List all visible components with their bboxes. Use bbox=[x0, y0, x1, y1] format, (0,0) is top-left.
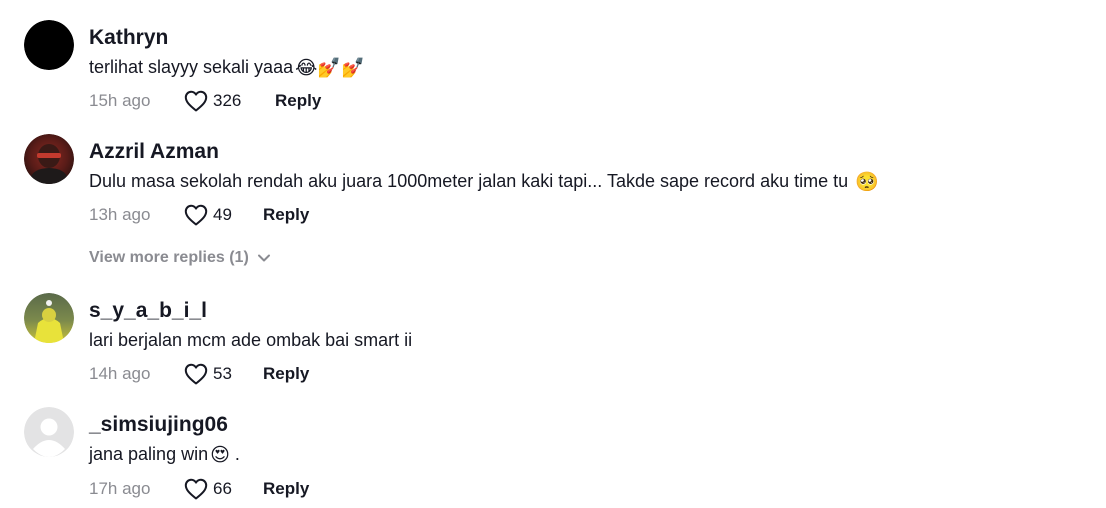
heart-outline-icon[interactable] bbox=[184, 363, 208, 385]
reply-button[interactable]: Reply bbox=[263, 205, 309, 225]
comment-username[interactable]: s_y_a_b_i_l bbox=[89, 298, 207, 324]
comment-meta: 17h ago 66 Reply bbox=[89, 476, 309, 502]
heart-outline-icon[interactable] bbox=[184, 90, 208, 112]
avatar[interactable] bbox=[24, 293, 74, 343]
view-more-replies-button[interactable]: View more replies (1) bbox=[89, 249, 271, 267]
emoji: 🥺 bbox=[855, 172, 879, 193]
reply-button[interactable]: Reply bbox=[263, 479, 309, 499]
comment-text: lari berjalan mcm ade ombak bai smart ii bbox=[89, 328, 412, 352]
like-count: 66 bbox=[213, 479, 232, 498]
comment-text-body: terlihat slayyy sekali yaaa bbox=[89, 57, 294, 77]
chevron-down-icon bbox=[257, 254, 270, 262]
emoji: 😂💅💅 bbox=[295, 58, 365, 79]
comment-meta: 13h ago 49 Reply bbox=[89, 202, 309, 228]
view-more-replies-label: View more replies (1) bbox=[89, 249, 249, 266]
comment-timestamp: 17h ago bbox=[89, 479, 151, 498]
comment-text-body: lari berjalan mcm ade ombak bai smart ii bbox=[89, 330, 413, 350]
comment-username[interactable]: Azzril Azman bbox=[89, 139, 219, 165]
comment-meta: 14h ago 53 Reply bbox=[89, 361, 309, 387]
like-count: 326 bbox=[213, 91, 242, 110]
comment-username[interactable]: Kathryn bbox=[89, 25, 168, 51]
like-count: 49 bbox=[213, 205, 232, 224]
avatar[interactable] bbox=[24, 134, 74, 184]
emoji: 😍 bbox=[210, 445, 230, 466]
comment-timestamp: 15h ago bbox=[89, 91, 151, 110]
comment-timestamp: 14h ago bbox=[89, 364, 151, 383]
like-count: 53 bbox=[213, 364, 232, 383]
comment-list: Kathryn terlihat slayyy sekali yaaa 😂💅💅 1… bbox=[0, 0, 1106, 508]
like-button[interactable]: 326 bbox=[184, 90, 245, 112]
avatar[interactable] bbox=[24, 407, 74, 457]
reply-button[interactable]: Reply bbox=[263, 364, 309, 384]
comment-text-body: Dulu masa sekolah rendah aku juara 1000m… bbox=[89, 171, 854, 191]
reply-button[interactable]: Reply bbox=[275, 91, 321, 111]
avatar[interactable] bbox=[24, 20, 74, 70]
heart-outline-icon[interactable] bbox=[184, 204, 208, 226]
like-button[interactable]: 66 bbox=[184, 478, 233, 500]
comment-text: terlihat slayyy sekali yaaa 😂💅💅 bbox=[89, 55, 365, 79]
comment-text: jana paling win 😍 . bbox=[89, 442, 240, 466]
heart-outline-icon[interactable] bbox=[184, 478, 208, 500]
comment-text-suffix: . bbox=[229, 444, 240, 464]
comment-username[interactable]: _simsiujing06 bbox=[89, 412, 228, 438]
comment-timestamp: 13h ago bbox=[89, 205, 151, 224]
like-button[interactable]: 49 bbox=[184, 204, 233, 226]
comment-meta: 15h ago 326 Reply bbox=[89, 88, 321, 114]
comment-text-body: jana paling win bbox=[89, 444, 209, 464]
like-button[interactable]: 53 bbox=[184, 363, 233, 385]
comment-text: Dulu masa sekolah rendah aku juara 1000m… bbox=[89, 169, 879, 193]
